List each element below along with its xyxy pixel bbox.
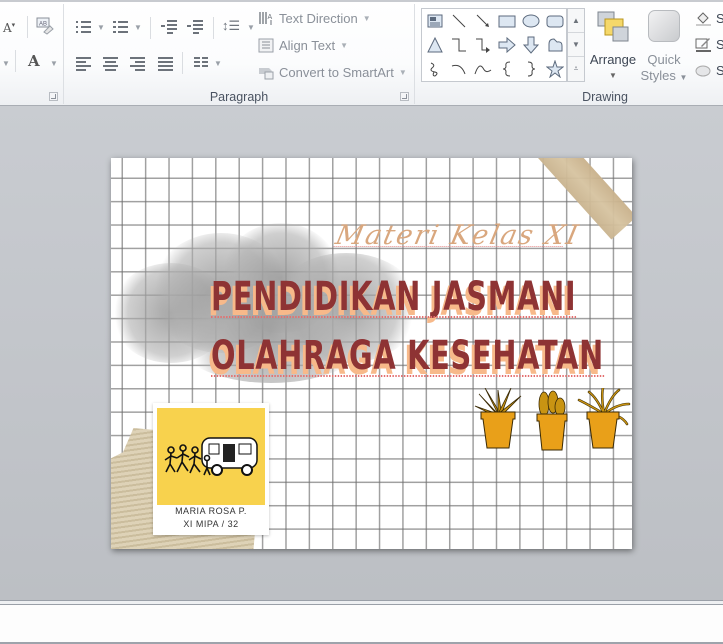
- numbering-dropdown[interactable]: ▼: [134, 23, 142, 32]
- bullets-icon[interactable]: [76, 21, 92, 33]
- shape-down-arrow-icon[interactable]: [520, 34, 542, 56]
- clear-formatting-icon[interactable]: AB: [36, 17, 54, 35]
- shape-star-icon[interactable]: [544, 58, 566, 80]
- shapes-gallery: [421, 8, 567, 82]
- shape-flowchart-shape-icon[interactable]: [544, 34, 566, 56]
- paragraph-group-label: Paragraph: [209, 90, 269, 104]
- potted-plant-1[interactable]: [471, 387, 525, 450]
- paragraph-group: ▼ ▼ ↕☰ ▼ ▼ A Text Direction ▼ Align Text…: [64, 2, 414, 106]
- align-left-icon[interactable]: [76, 57, 92, 71]
- shape-freeform-scribble-icon[interactable]: [424, 58, 446, 80]
- pencil-outline-icon: [695, 37, 711, 52]
- shape-left-brace-icon[interactable]: [496, 58, 518, 80]
- shape-oval-icon[interactable]: [520, 10, 542, 32]
- polaroid-caption-name: MARIA ROSA P.: [175, 506, 247, 516]
- text-direction-button[interactable]: A Text Direction ▼: [258, 11, 371, 26]
- quick-styles-button[interactable]: Quick Styles ▼: [640, 10, 688, 86]
- decrease-indent-icon[interactable]: [161, 20, 177, 34]
- gallery-scroll-up[interactable]: ▲: [568, 9, 584, 33]
- line-spacing-icon[interactable]: ↕☰: [222, 19, 240, 32]
- bus-and-people-icon: [164, 437, 258, 476]
- polaroid-caption-class: XI MIPA / 32: [183, 519, 239, 529]
- shapes-gallery-scroll: ▲ ▼ ⩡: [567, 8, 585, 82]
- shape-rectangle-icon[interactable]: [496, 10, 518, 32]
- svg-text:A: A: [268, 14, 273, 21]
- bullets-dropdown[interactable]: ▼: [97, 23, 105, 32]
- potted-plant-3[interactable]: [577, 386, 631, 450]
- shape-fill-button[interactable]: S: [695, 11, 723, 26]
- align-right-icon[interactable]: [130, 57, 146, 71]
- gallery-more[interactable]: ⩡: [568, 57, 584, 81]
- font-dialog-launcher[interactable]: [49, 92, 58, 101]
- align-text-icon: [258, 38, 274, 53]
- paragraph-dialog-launcher[interactable]: [400, 92, 409, 101]
- ribbon: A▾ AB ▼ A ▼ ▼ ▼ ↕☰ ▼ ▼ A Text Direction …: [0, 0, 723, 106]
- shape-text-box-icon[interactable]: [424, 10, 446, 32]
- potted-plant-2[interactable]: [525, 390, 579, 452]
- svg-text:AB: AB: [39, 22, 47, 28]
- slide-title-line-2[interactable]: OLAHRAGA KESEHATAN: [211, 333, 604, 379]
- slide-subtitle[interactable]: Materi Kelas XI: [333, 220, 583, 251]
- line-spacing-dropdown[interactable]: ▼: [247, 23, 255, 32]
- shape-curve-icon[interactable]: [472, 58, 494, 80]
- align-center-icon[interactable]: [103, 57, 119, 71]
- drawing-group-label: Drawing: [582, 90, 628, 104]
- convert-to-smartart-button[interactable]: Convert to SmartArt ▼: [258, 65, 407, 80]
- columns-icon[interactable]: [194, 57, 210, 69]
- text-direction-icon: A: [258, 11, 274, 26]
- shape-outline-button[interactable]: S: [695, 37, 723, 52]
- justify-icon[interactable]: [158, 57, 174, 71]
- shape-effects-icon: [695, 63, 711, 78]
- shape-effects-button[interactable]: S: [695, 63, 723, 78]
- shape-right-arrow-icon[interactable]: [496, 34, 518, 56]
- numbering-icon[interactable]: [113, 21, 129, 33]
- shape-arc-icon[interactable]: [448, 58, 470, 80]
- increase-indent-icon[interactable]: [187, 20, 203, 34]
- shape-right-brace-icon[interactable]: [520, 58, 542, 80]
- font-group: A▾ AB ▼ A ▼: [0, 2, 63, 106]
- shape-elbow-arrow-connector-icon[interactable]: [472, 34, 494, 56]
- font-color-dropdown[interactable]: ▼: [50, 59, 58, 68]
- shape-line-icon[interactable]: [448, 10, 470, 32]
- align-text-button[interactable]: Align Text ▼: [258, 38, 348, 53]
- bus-illustration: [157, 408, 265, 505]
- paint-bucket-icon: [695, 11, 711, 26]
- font-dropdown-arrow[interactable]: ▼: [2, 59, 10, 68]
- decrease-font-size-icon[interactable]: A▾: [3, 22, 15, 35]
- polaroid-frame[interactable]: MARIA ROSA P. XI MIPA / 32: [153, 403, 269, 535]
- notes-pane[interactable]: [0, 605, 723, 642]
- slide-canvas[interactable]: Materi Kelas XI PENDIDIKAN JASMANI OLAHR…: [111, 158, 632, 549]
- shape-rounded-rectangle-icon[interactable]: [544, 10, 566, 32]
- slide-title-line-1[interactable]: PENDIDIKAN JASMANI: [211, 274, 577, 320]
- shape-elbow-connector-icon[interactable]: [448, 34, 470, 56]
- columns-dropdown[interactable]: ▼: [214, 59, 222, 68]
- smartart-icon: [258, 65, 274, 80]
- gallery-scroll-down[interactable]: ▼: [568, 33, 584, 57]
- font-color-icon[interactable]: A: [28, 54, 40, 69]
- shape-triangle-icon[interactable]: [424, 34, 446, 56]
- arrange-button[interactable]: Arrange ▼: [588, 10, 638, 84]
- quick-styles-icon: [648, 10, 680, 42]
- arrange-icon: [596, 10, 630, 44]
- shape-arrow-line-icon[interactable]: [472, 10, 494, 32]
